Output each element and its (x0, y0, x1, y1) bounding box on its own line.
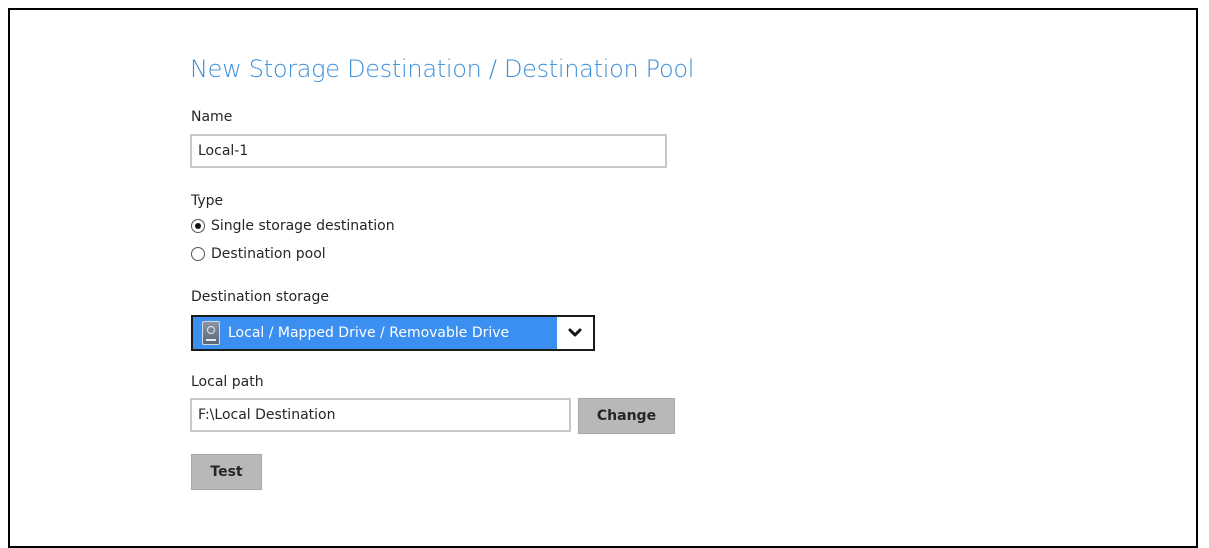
dialog-frame (8, 8, 1198, 548)
radio-label-single-storage: Single storage destination (211, 218, 395, 234)
change-button[interactable]: Change (578, 398, 675, 434)
name-input[interactable] (190, 134, 667, 168)
destination-storage-label: Destination storage (191, 289, 329, 305)
radio-unselected-icon[interactable] (191, 247, 205, 261)
radio-destination-pool[interactable]: Destination pool (191, 244, 326, 264)
radio-single-storage-destination[interactable]: Single storage destination (191, 216, 395, 236)
radio-selected-icon[interactable] (191, 219, 205, 233)
name-label: Name (191, 109, 233, 125)
local-path-label: Local path (191, 374, 264, 390)
local-path-input[interactable] (190, 398, 571, 432)
destination-storage-selected-value: Local / Mapped Drive / Removable Drive (228, 325, 510, 341)
page-title: New Storage Destination / Destination Po… (190, 55, 695, 83)
chevron-down-icon (568, 328, 582, 337)
type-label: Type (191, 193, 224, 209)
test-button[interactable]: Test (191, 454, 262, 490)
hard-drive-icon (202, 321, 220, 345)
destination-storage-select[interactable]: Local / Mapped Drive / Removable Drive (191, 315, 595, 351)
radio-label-destination-pool: Destination pool (211, 246, 326, 262)
dropdown-toggle[interactable] (557, 317, 593, 349)
